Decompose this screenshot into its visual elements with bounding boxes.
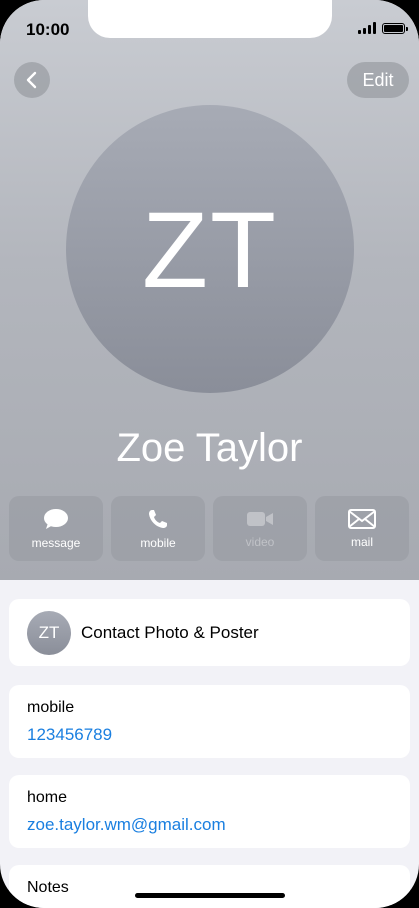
quick-actions: message mobile video mail (9, 496, 409, 561)
contact-detail-screen: 10:00 Edit ZT Zoe Taylor message mobile … (0, 0, 419, 908)
chevron-left-icon (26, 71, 37, 89)
video-camera-icon (247, 511, 273, 526)
contact-photo-poster-row[interactable]: ZT Contact Photo & Poster (9, 599, 410, 666)
contact-name: Zoe Taylor (116, 426, 303, 470)
video-button[interactable]: video (213, 496, 307, 561)
message-button[interactable]: message (9, 496, 103, 561)
envelope-icon (348, 508, 376, 529)
device-notch (88, 0, 332, 38)
status-icons (358, 22, 408, 34)
contact-header: 10:00 Edit ZT Zoe Taylor message mobile … (0, 0, 419, 580)
back-button[interactable] (14, 62, 50, 98)
mobile-field[interactable]: mobile 123456789 (9, 685, 410, 758)
status-time: 10:00 (26, 20, 70, 39)
message-bubble-icon (44, 508, 68, 529)
contact-avatar[interactable]: ZT (66, 105, 354, 393)
poster-avatar: ZT (27, 611, 71, 655)
mobile-field-label: mobile (27, 699, 75, 716)
home-indicator[interactable] (135, 893, 285, 898)
home-email-link[interactable]: zoe.taylor.wm@gmail.com (27, 815, 226, 835)
home-email-field[interactable]: home zoe.taylor.wm@gmail.com (9, 775, 410, 848)
notes-label: Notes (27, 879, 69, 896)
poster-label: Contact Photo & Poster (81, 623, 259, 642)
video-label: video (245, 534, 275, 549)
edit-button[interactable]: Edit (347, 62, 409, 98)
call-mobile-button[interactable]: mobile (111, 496, 205, 561)
avatar-initials: ZT (142, 188, 278, 310)
notes-field[interactable]: Notes (9, 865, 410, 908)
message-label: message (31, 535, 81, 550)
mobile-label: mobile (140, 535, 176, 550)
mail-label: mail (350, 534, 373, 549)
mobile-number-link[interactable]: 123456789 (27, 725, 112, 745)
battery-icon (382, 22, 408, 34)
mail-button[interactable]: mail (315, 496, 409, 561)
home-field-label: home (27, 789, 68, 806)
phone-icon (149, 509, 167, 528)
signal-icon (358, 22, 376, 34)
